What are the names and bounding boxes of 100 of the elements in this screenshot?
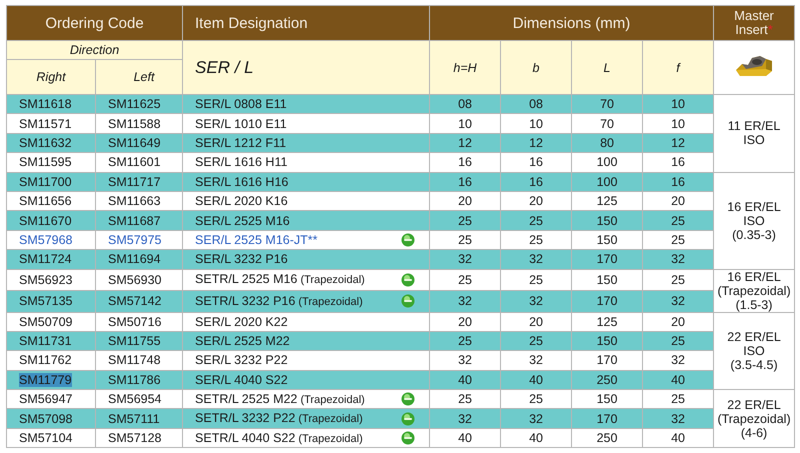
table-cell: 32 <box>500 350 572 370</box>
table-cell: 40 <box>642 370 714 390</box>
table-cell: 32 <box>642 350 714 370</box>
table-cell: 16 <box>500 172 572 192</box>
table-cell: 40 <box>430 370 501 390</box>
table-cell: 10 <box>430 114 501 134</box>
item-designation: SER/L 2525 M16-JT** <box>195 232 318 247</box>
order-code: SM11601 <box>96 152 183 172</box>
table-cell: 25 <box>430 230 501 250</box>
master-insert-label: 16 ER/EL ISO (0.35-3) <box>714 172 795 270</box>
table-cell: 16 <box>642 152 714 172</box>
column-header: b <box>500 40 572 94</box>
item-designation: SER/L 2020 K16 <box>195 194 288 208</box>
table-cell: 08 <box>430 94 501 114</box>
table-cell: 32 <box>430 350 501 370</box>
table-cell: 10 <box>642 94 714 114</box>
table-cell: 10 <box>642 114 714 134</box>
item-designation: SER/L 2525 M16 <box>195 214 290 228</box>
order-code: SM11724 <box>19 252 72 266</box>
table-cell: 25 <box>500 390 572 409</box>
item-designation: SETR/L 4040 S22 (Trapezoidal) <box>195 430 363 446</box>
table-cell: 25 <box>500 210 572 230</box>
table-cell: 100 <box>572 172 643 192</box>
master-insert-label: 22 ER/EL ISO (3.5-4.5) <box>714 312 795 390</box>
table-cell: 25 <box>430 390 501 409</box>
item-designation: SER/L 3232 P16 <box>195 252 288 266</box>
order-code: SM11717 <box>96 172 183 192</box>
column-header: f <box>642 40 714 94</box>
order-code: SM11762 <box>19 353 72 368</box>
column-header: SER / L <box>182 40 430 94</box>
order-code: SM11625 <box>96 94 183 114</box>
table-cell: 25 <box>430 269 501 291</box>
order-code: SM57142 <box>96 290 183 312</box>
table-cell: 70 <box>572 94 643 114</box>
table-cell: 125 <box>572 312 643 332</box>
table-cell: 32 <box>430 250 501 270</box>
order-code: SM11694 <box>96 250 183 270</box>
item-designation: SER/L 1010 E11 <box>195 116 287 131</box>
table-cell: 32 <box>500 408 572 428</box>
item-designation: SETR/L 3232 P16 (Trapezoidal) <box>195 294 363 309</box>
table-cell: 08 <box>500 94 572 114</box>
table-cell: 25 <box>642 210 714 230</box>
order-code: SM56923 <box>19 272 73 287</box>
order-code: SM11731 <box>19 334 72 348</box>
table-cell: 70 <box>572 114 643 134</box>
table-cell: 150 <box>572 390 643 409</box>
table-cell: 12 <box>430 133 501 153</box>
table-cell: 20 <box>430 191 501 211</box>
table-cell: 20 <box>500 312 572 332</box>
item-designation: SER/L 3232 P22 <box>195 353 288 368</box>
order-code: SM11755 <box>96 331 183 351</box>
table-cell: 10 <box>500 114 572 134</box>
column-header: Item Designation <box>182 6 430 40</box>
table-cell: 25 <box>500 230 572 250</box>
order-code: SM50716 <box>96 312 183 332</box>
order-code: SM56954 <box>96 390 183 409</box>
order-code: SM11748 <box>96 350 183 370</box>
order-code: SM11595 <box>19 155 72 170</box>
order-code: SM56930 <box>96 269 183 291</box>
order-code: SM50709 <box>19 314 73 329</box>
table-cell: 170 <box>572 290 643 312</box>
table-cell: 250 <box>572 370 643 390</box>
table-cell: 25 <box>500 269 572 291</box>
table-cell: 40 <box>642 428 714 448</box>
table-cell: 125 <box>572 191 643 211</box>
order-code: SM11670 <box>19 214 72 228</box>
table-cell: 32 <box>500 250 572 270</box>
order-code: SM57975 <box>96 230 183 250</box>
table-cell: 32 <box>430 290 501 312</box>
table-cell: 150 <box>572 331 643 351</box>
table-cell: 25 <box>430 210 501 230</box>
order-code: SM11649 <box>96 133 183 153</box>
table-cell: 16 <box>430 172 501 192</box>
table-cell: 32 <box>430 408 501 428</box>
order-code: SM57968 <box>19 232 73 247</box>
order-code: SM11687 <box>96 210 183 230</box>
table-cell: 32 <box>642 290 714 312</box>
table-cell: 170 <box>572 350 643 370</box>
column-header: Master Insert* <box>714 6 795 40</box>
master-insert-label: 22 ER/EL (Trapezoidal) (4-6) <box>714 390 795 448</box>
master-insert-label: 16 ER/EL (Trapezoidal) (1.5-3) <box>714 269 795 312</box>
table-cell: 25 <box>430 331 501 351</box>
item-designation: SER/L 0808 E11 <box>195 97 287 112</box>
table-cell: 12 <box>642 133 714 153</box>
item-designation: SETR/L 3232 P22 (Trapezoidal) <box>195 411 363 426</box>
order-code: SM11786 <box>96 370 183 390</box>
order-code: SM11632 <box>19 136 72 150</box>
order-code: SM57135 <box>19 294 73 308</box>
item-designation: SER/L 2525 M22 <box>195 334 290 348</box>
item-designation: SER/L 1616 H11 <box>195 155 288 170</box>
table-cell: 170 <box>572 250 643 270</box>
table-cell: 250 <box>572 428 643 448</box>
table-cell: 32 <box>642 408 714 428</box>
table-cell: 40 <box>500 428 572 448</box>
table-cell: 25 <box>500 331 572 351</box>
order-code: SM57104 <box>19 431 73 446</box>
table-cell: 12 <box>500 133 572 153</box>
order-code: SM11779 <box>19 372 72 387</box>
table-cell: 20 <box>642 312 714 332</box>
column-header: Right <box>6 60 96 94</box>
